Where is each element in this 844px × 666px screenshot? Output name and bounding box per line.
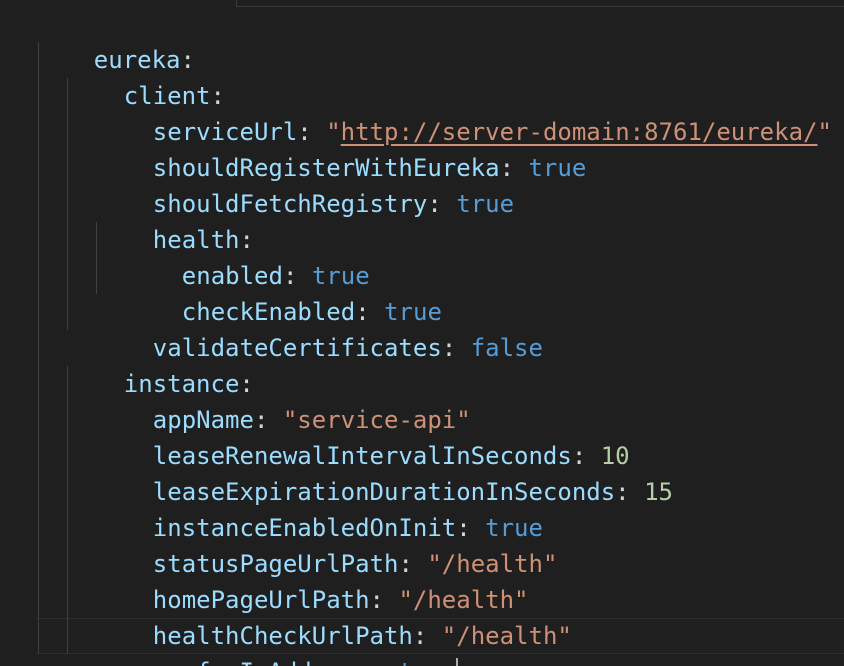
yaml-quote: " [817, 118, 832, 146]
code-line[interactable]: validateCertificates: false [95, 294, 543, 362]
yaml-boolean: true [528, 154, 587, 182]
code-line[interactable]: statusPageUrlPath: "/health" [95, 510, 558, 578]
yaml-colon: : [370, 658, 399, 666]
code-line[interactable]: shouldRegisterWithEureka: true [95, 114, 586, 182]
code-line-current[interactable]: preferIpAddress: true [95, 618, 459, 666]
code-line[interactable]: health: [95, 186, 254, 254]
yaml-string: "/health" [441, 622, 572, 650]
yaml-number: 15 [644, 478, 673, 506]
code-line[interactable]: healthCheckUrlPath: "/health" [95, 582, 572, 650]
code-line[interactable]: checkEnabled: true [124, 258, 442, 326]
editor-top-border [236, 0, 844, 7]
yaml-colon: : [427, 190, 457, 218]
yaml-boolean: true [456, 190, 515, 218]
code-line[interactable]: leaseRenewalIntervalInSeconds: 10 [95, 402, 630, 470]
yaml-colon: : [615, 478, 645, 506]
yaml-colon: : [441, 334, 471, 362]
code-line[interactable]: instance: [66, 330, 254, 398]
text-cursor [456, 658, 459, 666]
code-line[interactable]: shouldFetchRegistry: true [95, 150, 514, 218]
yaml-key: preferIpAddress [153, 658, 370, 666]
code-line[interactable]: enabled: true [124, 222, 370, 290]
code-line[interactable]: instanceEnabledOnInit: true [95, 474, 543, 542]
code-line[interactable]: client: [66, 42, 225, 110]
yaml-boolean: true [398, 658, 456, 666]
yaml-boolean: false [470, 334, 543, 362]
indent-guide [38, 42, 39, 654]
code-line[interactable]: appName: "service-api" [95, 366, 471, 434]
code-line[interactable]: homePageUrlPath: "/health" [95, 546, 529, 614]
code-line[interactable]: eureka: [36, 6, 195, 74]
code-line[interactable]: serviceUrl: "http://server-domain:8761/e… [95, 78, 832, 146]
code-line[interactable]: leaseExpirationDurationInSeconds: 15 [95, 438, 673, 506]
code-editor[interactable]: eureka: client: serviceUrl: "http://serv… [0, 0, 844, 666]
